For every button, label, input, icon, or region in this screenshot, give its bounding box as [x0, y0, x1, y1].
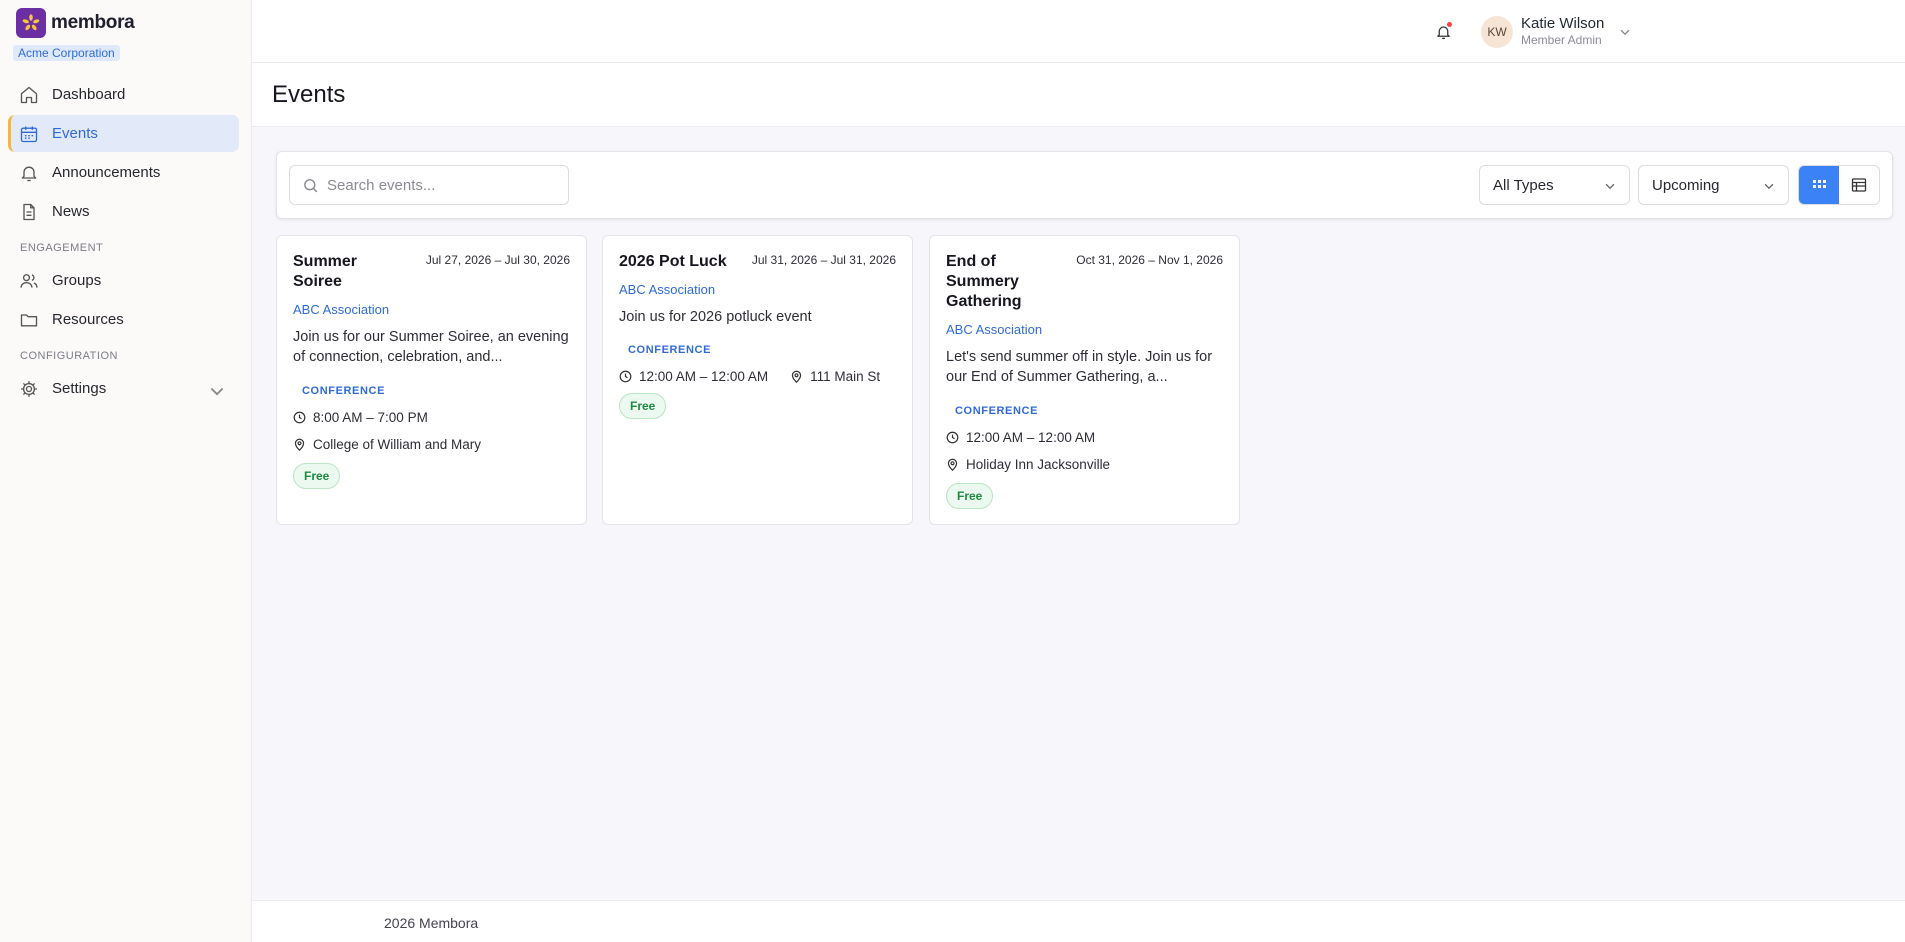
type-filter-value: All Types: [1493, 176, 1554, 194]
folder-icon: [20, 313, 38, 326]
brand[interactable]: membora: [16, 8, 135, 38]
event-time: 8:00 AM – 7:00 PM: [293, 410, 428, 425]
event-time-text: 8:00 AM – 7:00 PM: [313, 410, 428, 425]
event-time-location: 12:00 AM – 12:00 AM 111 Main St: [619, 369, 880, 384]
price-badge: Free: [946, 483, 994, 509]
search-box[interactable]: [289, 165, 569, 205]
page-header: Events: [252, 63, 1905, 127]
event-location-text: 111 Main St: [810, 369, 881, 384]
event-dates: Jul 31, 2026 – Jul 31, 2026: [751, 253, 896, 267]
user-name[interactable]: Katie Wilson: [1521, 15, 1604, 32]
event-location: College of William and Mary: [293, 437, 481, 452]
type-filter-select[interactable]: All Types: [1479, 165, 1630, 205]
sidebar-item-label: Settings: [52, 380, 107, 397]
event-dates: Jul 27, 2026 – Jul 30, 2026: [425, 253, 570, 267]
view-toggle: [1798, 165, 1880, 205]
calendar-icon: [20, 126, 38, 142]
event-location: Holiday Inn Jacksonville: [946, 457, 1110, 472]
event-location-text: College of William and Mary: [313, 437, 482, 452]
user-role: Member Admin: [1521, 33, 1602, 47]
search-input[interactable]: [327, 176, 547, 194]
table-view-button[interactable]: [1839, 166, 1879, 204]
event-org[interactable]: ABC Association: [293, 302, 389, 317]
event-time-text: 12:00 AM – 12:00 AM: [966, 430, 1096, 445]
event-title[interactable]: 2026 Pot Luck: [619, 252, 727, 272]
event-type-tag: CONFERENCE: [302, 385, 386, 397]
sidebar-item-label: Announcements: [52, 164, 161, 181]
sidebar: membora Acme Corporation Dashboard Event…: [0, 0, 252, 942]
sidebar-item-settings[interactable]: Settings: [8, 370, 239, 407]
sidebar-item-dashboard[interactable]: Dashboard: [8, 76, 239, 113]
sidebar-item-label: Groups: [52, 272, 102, 289]
chevron-down-icon[interactable]: [207, 381, 227, 401]
event-time-text: 12:00 AM – 12:00 AM: [639, 369, 769, 384]
footer: 2026 Membora: [252, 900, 1905, 942]
event-description: Join us for our Summer Soiree, an evenin…: [293, 329, 569, 365]
chevron-down-icon[interactable]: [1618, 25, 1632, 39]
event-description: Join us for 2026 potluck event: [619, 309, 812, 325]
section-title-configuration: CONFIGURATION: [20, 350, 118, 362]
users-icon: [20, 273, 38, 288]
sidebar-item-news[interactable]: News: [8, 193, 239, 230]
event-dates: Oct 31, 2026 – Nov 1, 2026: [1076, 253, 1223, 267]
sidebar-item-label: Events: [52, 125, 98, 142]
org-badge[interactable]: Acme Corporation: [13, 45, 120, 61]
brand-name: membora: [51, 12, 135, 33]
sidebar-item-label: News: [52, 203, 90, 220]
map-pin-icon: [947, 458, 958, 471]
grid-view-button[interactable]: [1799, 166, 1839, 204]
sidebar-item-label: Dashboard: [52, 86, 126, 103]
gear-icon: [21, 380, 37, 397]
footer-text: 2026 Membora: [384, 915, 479, 931]
notifications-button[interactable]: [1433, 12, 1453, 52]
event-card[interactable]: 2026 Pot Luck Jul 31, 2026 – Jul 31, 202…: [602, 235, 913, 525]
price-badge: Free: [619, 393, 667, 419]
event-location-text: Holiday Inn Jacksonville: [966, 457, 1111, 472]
time-filter-value: Upcoming: [1652, 176, 1720, 194]
event-title[interactable]: End of Summery Gathering: [946, 252, 1042, 312]
sidebar-item-label: Resources: [52, 311, 124, 328]
bell-icon: [21, 166, 37, 181]
event-type-tag: CONFERENCE: [955, 405, 1039, 417]
filter-bar: All Types Upcoming: [276, 151, 1893, 219]
event-org[interactable]: ABC Association: [619, 282, 715, 297]
document-icon: [23, 203, 35, 220]
grid-icon: [1812, 179, 1826, 188]
clock-icon: [619, 370, 632, 383]
sidebar-item-announcements[interactable]: Announcements: [8, 154, 239, 191]
table-icon: [1851, 178, 1867, 192]
event-title[interactable]: Summer Soiree: [293, 252, 389, 292]
event-time: 12:00 AM – 12:00 AM: [946, 430, 1095, 445]
clock-icon: [293, 411, 306, 424]
event-card[interactable]: End of Summery Gathering Oct 31, 2026 – …: [929, 235, 1240, 525]
map-pin-icon: [294, 438, 305, 451]
time-filter-select[interactable]: Upcoming: [1638, 165, 1789, 205]
page-title: Events: [272, 81, 346, 108]
event-org[interactable]: ABC Association: [946, 322, 1042, 337]
membora-logo-icon: [16, 8, 46, 38]
avatar[interactable]: KW: [1481, 16, 1513, 48]
sidebar-item-groups[interactable]: Groups: [8, 262, 239, 299]
chevron-down-icon: [1605, 183, 1615, 190]
event-description: Let's send summer off in style. Join us …: [946, 349, 1213, 385]
search-icon: [304, 178, 318, 192]
sidebar-nav: Dashboard Events Announcements News ENGA…: [8, 76, 239, 409]
sidebar-item-events[interactable]: Events: [8, 115, 239, 152]
event-type-tag: CONFERENCE: [628, 344, 712, 356]
price-badge: Free: [293, 463, 341, 489]
clock-icon: [946, 431, 959, 444]
sidebar-item-resources[interactable]: Resources: [8, 301, 239, 338]
section-title-engagement: ENGAGEMENT: [20, 242, 104, 254]
map-pin-icon: [791, 370, 802, 383]
event-card[interactable]: Summer Soiree Jul 27, 2026 – Jul 30, 202…: [276, 235, 587, 525]
top-header: [252, 0, 1905, 63]
home-icon: [20, 86, 38, 103]
chevron-down-icon: [1764, 183, 1774, 190]
notification-dot: [1447, 22, 1452, 27]
